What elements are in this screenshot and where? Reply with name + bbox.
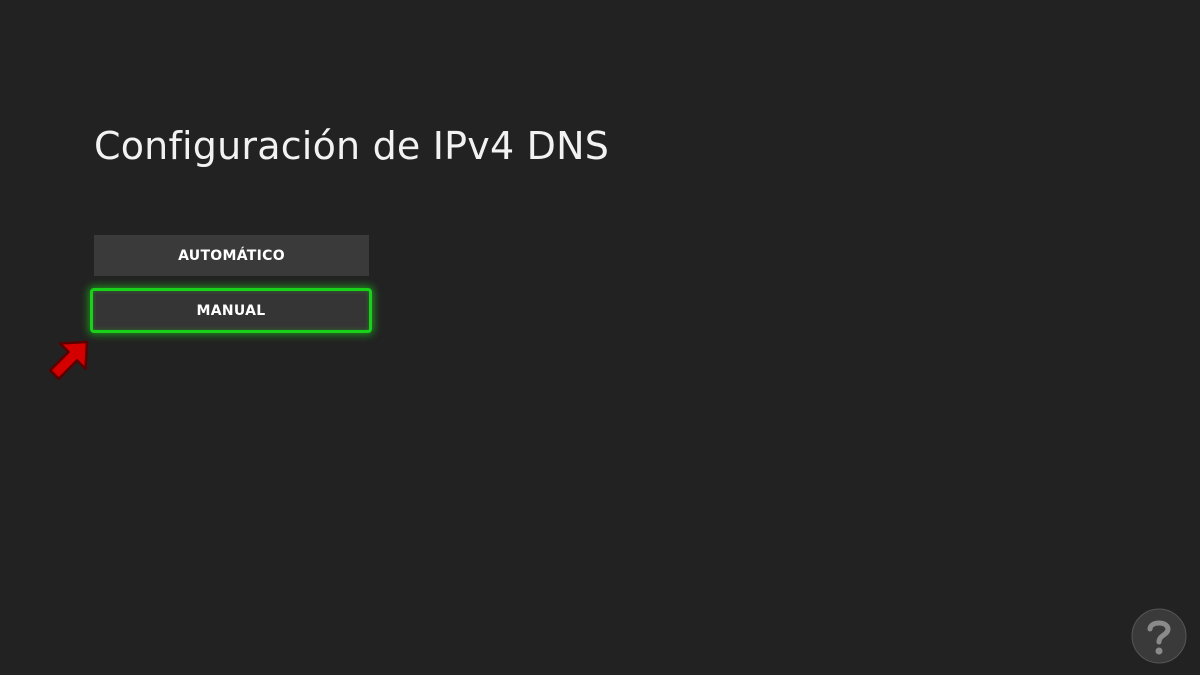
red-arrow-icon [48, 340, 89, 381]
option-automatic-button[interactable]: AUTOMÁTICO [94, 235, 369, 276]
option-manual-button[interactable]: MANUAL [90, 288, 372, 333]
page-title: Configuración de IPv4 DNS [94, 124, 610, 168]
dns-settings-screen: Configuración de IPv4 DNS AUTOMÁTICO MAN… [0, 0, 1200, 675]
solvetic-logo-icon [1131, 608, 1187, 664]
